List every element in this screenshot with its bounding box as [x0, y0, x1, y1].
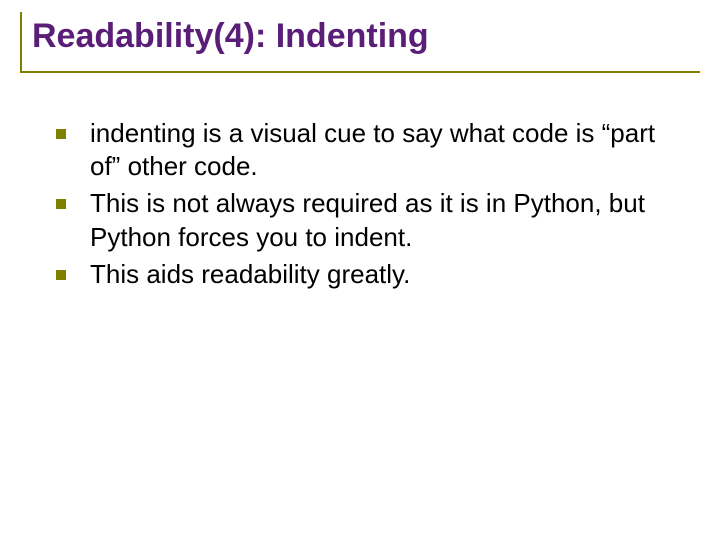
bullet-text: This aids readability greatly. — [90, 259, 410, 289]
bullet-text: This is not always required as it is in … — [90, 188, 645, 251]
bullet-text: indenting is a visual cue to say what co… — [90, 118, 655, 181]
bullet-square-icon — [56, 199, 66, 209]
bullet-list: indenting is a visual cue to say what co… — [56, 117, 680, 291]
slide-content: indenting is a visual cue to say what co… — [20, 117, 700, 291]
list-item: This aids readability greatly. — [56, 258, 680, 291]
slide-title: Readability(4): Indenting — [32, 16, 690, 57]
bullet-square-icon — [56, 129, 66, 139]
bullet-square-icon — [56, 270, 66, 280]
title-container: Readability(4): Indenting — [20, 12, 700, 73]
list-item: This is not always required as it is in … — [56, 187, 680, 254]
slide: Readability(4): Indenting indenting is a… — [0, 0, 720, 540]
list-item: indenting is a visual cue to say what co… — [56, 117, 680, 184]
